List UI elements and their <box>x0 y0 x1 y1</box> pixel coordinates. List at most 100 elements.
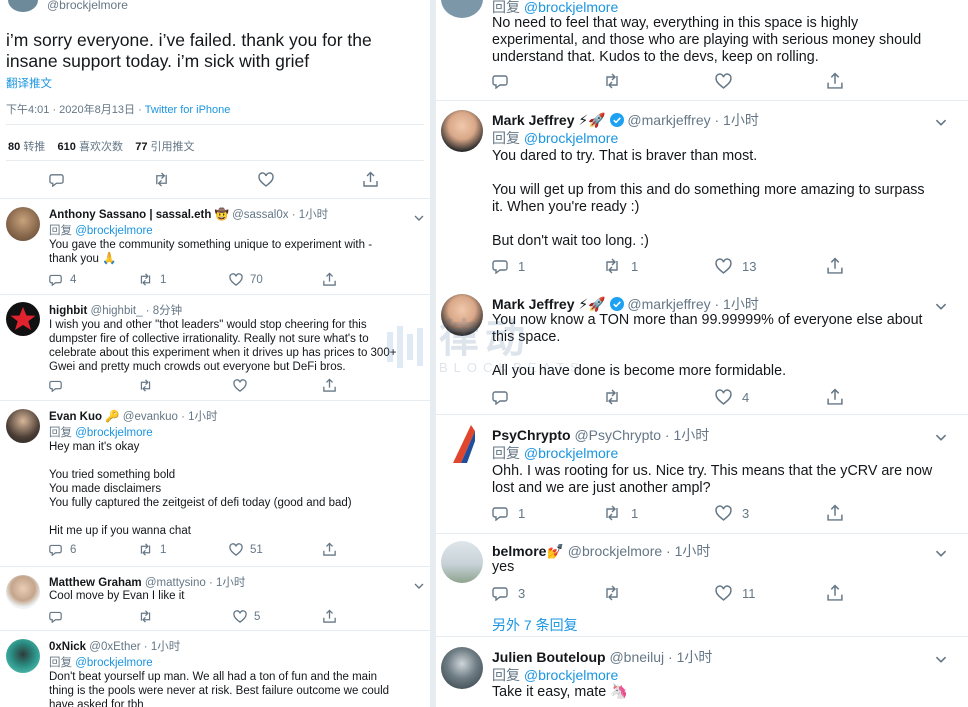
mention-link[interactable]: @brockjelmore <box>524 445 618 461</box>
share-button[interactable] <box>827 257 843 274</box>
author-name[interactable]: PsyChrypto <box>492 427 571 443</box>
reply-tweet[interactable]: Mark Jeffrey ⚡🚀 @markjeffrey · 1小时 You n… <box>436 286 968 415</box>
reply-button[interactable] <box>492 73 508 89</box>
reply-button[interactable] <box>492 389 508 405</box>
retweet-button[interactable] <box>153 172 170 187</box>
mention-link[interactable]: @brockjelmore <box>524 0 618 15</box>
chevron-down-icon[interactable] <box>414 209 424 227</box>
like-button[interactable]: 3 <box>715 505 749 521</box>
retweet-button[interactable]: 1 <box>138 273 166 286</box>
reply-button[interactable] <box>49 379 62 392</box>
like-button[interactable]: 5 <box>233 610 260 623</box>
avatar[interactable] <box>441 647 483 689</box>
share-button[interactable] <box>323 378 336 392</box>
reply-tweet[interactable]: Julien Bouteloup @bneiluj · 1小时 回复 @broc… <box>436 637 968 707</box>
reply-button[interactable] <box>49 172 64 187</box>
mention-link[interactable]: @brockjelmore <box>75 427 153 439</box>
like-button[interactable] <box>715 73 732 89</box>
reply-tweet[interactable]: highbit @highbit_ · 8分钟 I wish you and o… <box>0 294 430 400</box>
retweet-button[interactable] <box>603 389 621 405</box>
like-label[interactable]: 喜欢次数 <box>79 141 123 153</box>
author-handle[interactable]: @highbit_ · 8分钟 <box>91 305 183 317</box>
retweet-button[interactable] <box>603 73 621 89</box>
avatar[interactable] <box>441 423 483 465</box>
like-button[interactable] <box>258 172 274 187</box>
author-name[interactable]: Mark Jeffrey ⚡🚀 <box>492 296 606 312</box>
retweet-label[interactable]: 转推 <box>23 141 45 153</box>
retweet-button[interactable] <box>603 585 621 601</box>
author-handle[interactable]: @mattysino · 1小时 <box>145 577 246 589</box>
reply-tweet[interactable]: 0xNick @0xEther · 1小时 回复 @brockjelmore D… <box>0 631 430 707</box>
reply-tweet[interactable]: PsyChrypto @PsyChrypto · 1小时 回复 @brockje… <box>436 415 968 534</box>
avatar[interactable] <box>6 409 40 443</box>
author-name[interactable]: Mark Jeffrey ⚡🚀 <box>492 112 606 128</box>
reply-tweet[interactable]: Matthew Graham @mattysino · 1小时 Cool mov… <box>0 567 430 631</box>
like-count[interactable]: 610 <box>58 141 76 153</box>
chevron-down-icon[interactable] <box>935 298 947 316</box>
chevron-down-icon[interactable] <box>414 577 424 595</box>
chevron-down-icon[interactable] <box>935 114 947 132</box>
share-button[interactable] <box>323 272 336 286</box>
retweet-button[interactable] <box>138 610 153 623</box>
share-button[interactable] <box>827 584 843 601</box>
author-handle[interactable]: @0xEther · 1小时 <box>89 641 180 653</box>
mention-link[interactable]: @brockjelmore <box>75 225 153 237</box>
reply-button[interactable] <box>49 610 62 623</box>
reply-tweet[interactable]: Mark Jeffrey ⚡🚀 @markjeffrey · 1小时 回复 @b… <box>436 100 968 286</box>
share-button[interactable] <box>827 504 843 521</box>
chevron-down-icon[interactable] <box>935 651 947 669</box>
author-name[interactable]: Evan Kuo 🔑 <box>49 411 120 423</box>
like-button[interactable]: 4 <box>715 389 749 405</box>
author-handle[interactable]: @markjeffrey · 1小时 <box>627 112 758 128</box>
author-name[interactable]: 0xNick <box>49 641 86 653</box>
like-button[interactable]: 11 <box>715 585 756 601</box>
author-handle[interactable]: @PsyChrypto · 1小时 <box>574 427 709 443</box>
author-handle[interactable]: @sassal0x · 1小时 <box>232 209 328 221</box>
avatar[interactable] <box>441 110 483 152</box>
reply-tweet[interactable]: belmore💅 @brockjelmore · 1小时 yes 3 11 另外… <box>436 533 968 637</box>
author-handle[interactable]: @bneiluj · 1小时 <box>609 649 712 665</box>
author-handle[interactable]: @brockjelmore · 1小时 <box>568 543 711 559</box>
avatar[interactable] <box>6 207 40 241</box>
mention-link[interactable]: @brockjelmore <box>75 657 153 669</box>
mention-link[interactable]: @brockjelmore <box>524 130 618 146</box>
like-button[interactable]: 51 <box>229 543 263 556</box>
chevron-down-icon[interactable] <box>935 545 947 563</box>
like-button[interactable]: 13 <box>715 258 756 274</box>
author-name[interactable]: Anthony Sassano | sassal.eth 🤠 <box>49 209 229 221</box>
avatar[interactable] <box>441 541 483 583</box>
retweet-button[interactable]: 1 <box>138 543 166 556</box>
avatar[interactable] <box>441 294 483 336</box>
author-handle[interactable]: @evankuo · 1小时 <box>123 411 218 423</box>
translate-link[interactable]: 翻译推文 <box>6 75 52 91</box>
avatar[interactable] <box>441 0 483 18</box>
share-button[interactable] <box>323 609 336 623</box>
chevron-down-icon[interactable] <box>935 429 947 447</box>
author-name[interactable]: Matthew Graham <box>49 577 142 589</box>
retweet-count[interactable]: 80 <box>8 141 20 153</box>
retweet-button[interactable]: 1 <box>603 258 638 274</box>
share-button[interactable] <box>323 542 336 556</box>
like-button[interactable] <box>233 379 247 392</box>
quote-label[interactable]: 引用推文 <box>151 141 195 153</box>
author-name[interactable]: highbit <box>49 305 87 317</box>
reply-tweet[interactable]: Evan Kuo 🔑 @evankuo · 1小时 回复 @brockjelmo… <box>0 401 430 567</box>
show-more-replies[interactable]: 另外 7 条回复 <box>492 615 578 635</box>
avatar[interactable] <box>6 302 40 336</box>
reply-button[interactable]: 6 <box>49 543 76 556</box>
share-button[interactable] <box>827 72 843 89</box>
reply-button[interactable]: 1 <box>492 258 525 274</box>
retweet-button[interactable] <box>138 379 153 392</box>
share-button[interactable] <box>827 388 843 405</box>
author-name[interactable]: belmore💅 <box>492 543 564 559</box>
avatar[interactable] <box>8 0 38 12</box>
reply-button[interactable]: 3 <box>492 585 525 601</box>
main-tweet-handle[interactable]: @brockjelmore <box>47 0 128 12</box>
reply-button[interactable]: 1 <box>492 505 525 521</box>
share-button[interactable] <box>363 171 378 187</box>
reply-tweet[interactable]: 回复 @brockjelmore No need to feel that wa… <box>436 0 968 101</box>
author-name[interactable]: Julien Bouteloup <box>492 649 606 665</box>
like-button[interactable]: 70 <box>229 273 263 286</box>
author-handle[interactable]: @markjeffrey · 1小时 <box>627 296 758 312</box>
avatar[interactable] <box>6 575 40 609</box>
